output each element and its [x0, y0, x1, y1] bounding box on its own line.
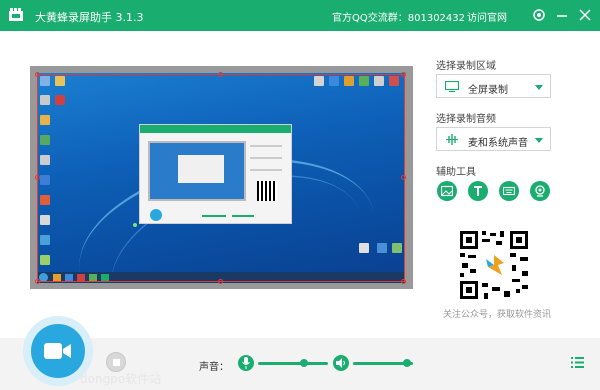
qr-caption: 关注公众号，获取软件资讯 [443, 310, 552, 320]
stop-button[interactable] [106, 352, 126, 372]
camera-tool-button[interactable] [530, 181, 550, 201]
chevron-down-icon [535, 138, 543, 143]
selection-handle[interactable] [401, 279, 406, 284]
speaker-icon [336, 358, 345, 368]
video-camera-icon [44, 343, 71, 359]
mic-volume-slider[interactable] [258, 362, 328, 365]
settings-icon[interactable] [532, 8, 546, 22]
region-label: 选择录制区域 [436, 61, 496, 72]
selection-handle[interactable] [35, 279, 40, 284]
speaker-volume-knob[interactable] [403, 359, 411, 367]
region-value: 全屏录制 [468, 85, 508, 96]
watermark-text: dongpo软件站 [80, 372, 162, 386]
selection-handle[interactable] [218, 72, 223, 77]
wechat-qr-code [458, 229, 530, 301]
microphone-button[interactable] [238, 355, 254, 371]
minimize-icon[interactable] [555, 8, 569, 22]
selection-handle[interactable] [35, 72, 40, 77]
microphone-icon [242, 357, 250, 369]
record-button[interactable] [31, 324, 85, 378]
audio-dropdown[interactable]: 麦和系统声音 [436, 127, 551, 151]
visit-site-link[interactable]: 访问官网 [467, 9, 507, 24]
region-dropdown[interactable]: 全屏录制 [436, 74, 551, 98]
keyboard-icon [503, 186, 515, 196]
selection-handle[interactable] [401, 72, 406, 77]
app-title: 大黄蜂录屏助手 3.1.3 [35, 11, 144, 24]
selection-frame[interactable] [37, 74, 405, 282]
mic-volume-knob[interactable] [299, 359, 308, 367]
keyboard-tool-button[interactable] [499, 181, 519, 201]
stop-icon [113, 359, 120, 366]
chevron-down-icon [535, 85, 543, 90]
title-bar: 大黄蜂录屏助手 3.1.3 官方QQ交流群：801302432 访问官网 [0, 0, 600, 31]
volume-label: 声音： [199, 362, 229, 373]
selection-handle[interactable] [401, 175, 406, 180]
tools-label: 辅助工具 [436, 167, 476, 178]
audio-wave-icon [446, 134, 458, 145]
audio-value: 麦和系统声音 [468, 138, 528, 149]
text-tool-button[interactable] [468, 181, 488, 201]
image-tool-button[interactable] [437, 181, 457, 201]
qq-group-text: 官方QQ交流群：801302432 [332, 13, 466, 24]
speaker-button[interactable] [333, 355, 349, 371]
image-icon [441, 185, 453, 197]
app-logo-icon [9, 8, 23, 21]
selection-handle[interactable] [35, 175, 40, 180]
close-icon[interactable] [578, 8, 592, 22]
menu-list-icon[interactable] [571, 357, 584, 368]
text-t-icon [474, 186, 482, 196]
selection-handle[interactable] [218, 279, 223, 284]
webcam-icon [535, 185, 545, 197]
audio-label: 选择录制音频 [436, 114, 496, 125]
monitor-icon [445, 81, 459, 92]
